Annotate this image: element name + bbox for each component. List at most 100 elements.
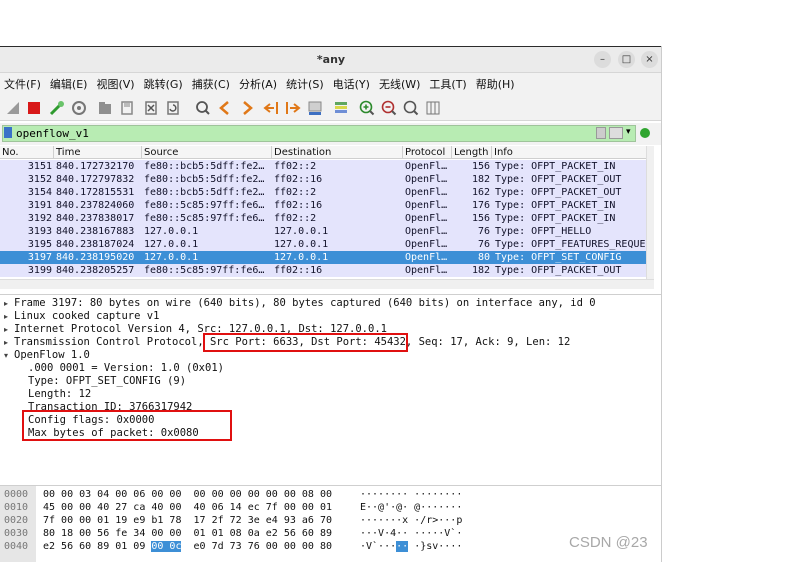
- byte-hex[interactable]: 00 00 03 04 00 06 00 00 00 00 00 00 00 0…: [43, 488, 332, 501]
- reload-icon[interactable]: [164, 99, 182, 117]
- expand-arrow-icon[interactable]: ▸: [4, 338, 8, 347]
- expand-arrow-icon[interactable]: ▸: [4, 325, 8, 334]
- packet-cell-no: 3199: [27, 265, 52, 276]
- close-file-icon[interactable]: [142, 99, 160, 117]
- packet-cell-src: fe80::bcb5:5dff:fe2…: [144, 187, 265, 198]
- packet-cell-src: fe80::5c85:97ff:fe6…: [144, 213, 265, 224]
- packet-row[interactable]: 3193 840.238167883 127.0.0.1 127.0.0.1 OpenF…: [0, 225, 654, 238]
- minimize-button[interactable]: –: [594, 51, 611, 68]
- menu-go[interactable]: 跳转(G): [144, 76, 183, 92]
- byte-hex[interactable]: 45 00 00 40 27 ca 40 00 40 06 14 ec 7f 0…: [43, 501, 332, 514]
- byte-ascii[interactable]: ·V`····· ·}sv····: [360, 540, 462, 553]
- byte-ascii[interactable]: E··@'·@· @·······: [360, 501, 462, 514]
- shark-fin-icon[interactable]: [4, 99, 22, 117]
- go-to-packet-icon[interactable]: [262, 99, 280, 117]
- detail-version[interactable]: .000 0001 = Version: 1.0 (0x01): [28, 362, 224, 375]
- window-title: *any: [316, 53, 346, 66]
- packet-list-hscroll[interactable]: [0, 279, 654, 289]
- detail-openflow[interactable]: OpenFlow 1.0: [14, 349, 90, 362]
- packet-row[interactable]: 3151 840.172732170 fe80::bcb5:5dff:fe2… ff0…: [0, 160, 654, 173]
- auto-scroll-icon[interactable]: [306, 99, 324, 117]
- normal-size-icon[interactable]: [402, 99, 420, 117]
- apply-filter-icon[interactable]: [609, 127, 623, 139]
- menu-statistics[interactable]: 统计(S): [286, 76, 324, 92]
- packet-cell-proto: OpenFl…: [405, 200, 448, 211]
- menu-edit[interactable]: 编辑(E): [50, 76, 88, 92]
- main-toolbar: [0, 95, 662, 121]
- byte-hex[interactable]: 7f 00 00 01 19 e9 b1 78 17 2f 72 3e e4 9…: [43, 514, 332, 527]
- packet-row[interactable]: 3197 840.238195020 127.0.0.1 127.0.0.1 OpenF…: [0, 251, 654, 264]
- window-edge: [661, 46, 662, 562]
- display-filter-input[interactable]: openflow_v1: [2, 125, 636, 142]
- expand-arrow-icon[interactable]: ▸: [4, 312, 8, 321]
- col-destination[interactable]: Destination: [272, 146, 403, 159]
- menu-file[interactable]: 文件(F): [4, 76, 41, 92]
- detail-frame[interactable]: Frame 3197: 80 bytes on wire (640 bits),…: [14, 297, 596, 310]
- menu-bar: 文件(F) 编辑(E) 视图(V) 跳转(G) 捕获(C) 分析(A) 统计(S…: [0, 73, 662, 95]
- go-last-packet-icon[interactable]: [284, 99, 302, 117]
- resize-columns-icon[interactable]: [424, 99, 442, 117]
- detail-linux-cooked[interactable]: Linux cooked capture v1: [14, 310, 159, 323]
- byte-hex[interactable]: 80 18 00 56 fe 34 00 00 01 01 08 0a e2 5…: [43, 527, 332, 540]
- packet-cell-proto: OpenFl…: [405, 174, 448, 185]
- detail-length[interactable]: Length: 12: [28, 388, 91, 401]
- col-source[interactable]: Source: [142, 146, 272, 159]
- go-back-icon[interactable]: [216, 99, 234, 117]
- packet-row[interactable]: 3154 840.172815531 fe80::bcb5:5dff:fe2… ff0…: [0, 186, 654, 199]
- packet-row[interactable]: 3195 840.238187024 127.0.0.1 127.0.0.1 OpenF…: [0, 238, 654, 251]
- highlight-box-config: [22, 410, 232, 441]
- capture-options-icon[interactable]: [70, 99, 88, 117]
- add-filter-icon[interactable]: [640, 128, 650, 138]
- packet-row[interactable]: 3191 840.237824060 fe80::5c85:97ff:fe6… ff0…: [0, 199, 654, 212]
- stop-capture-icon[interactable]: [25, 99, 43, 117]
- byte-ascii[interactable]: ···V·4·· ·····V`·: [360, 527, 462, 540]
- col-no[interactable]: No.: [0, 146, 54, 159]
- zoom-out-icon[interactable]: [380, 99, 398, 117]
- menu-wireless[interactable]: 无线(W): [379, 76, 420, 92]
- menu-capture[interactable]: 捕获(C): [192, 76, 230, 92]
- byte-hex[interactable]: e2 56 60 89 01 09 00 0c e0 7d 73 76 00 0…: [43, 540, 332, 553]
- maximize-button[interactable]: □: [618, 51, 635, 68]
- colorize-icon[interactable]: [332, 99, 350, 117]
- find-packet-icon[interactable]: [194, 99, 212, 117]
- packet-cell-src: fe80::5c85:97ff:fe6…: [144, 265, 265, 276]
- close-button[interactable]: ×: [641, 51, 658, 68]
- expand-arrow-icon[interactable]: ▸: [4, 299, 8, 308]
- tcp-suffix: Seq: 17, Ack: 9, Len: 12: [412, 336, 571, 348]
- byte-ascii[interactable]: ········ ········: [360, 488, 462, 501]
- menu-help[interactable]: 帮助(H): [476, 76, 515, 92]
- col-length[interactable]: Length: [452, 146, 492, 159]
- byte-ascii-selected[interactable]: ··: [396, 541, 409, 552]
- save-file-icon[interactable]: [118, 99, 136, 117]
- open-file-icon[interactable]: [96, 99, 114, 117]
- menu-telephony[interactable]: 电话(Y): [333, 76, 370, 92]
- packet-cell-no: 3197: [27, 252, 52, 263]
- packet-cell-src: fe80::bcb5:5dff:fe2…: [144, 174, 265, 185]
- menu-tools[interactable]: 工具(T): [429, 76, 466, 92]
- collapse-arrow-icon[interactable]: ▾: [4, 351, 8, 360]
- packet-cell-time: 840.237838017: [56, 213, 135, 224]
- go-forward-icon[interactable]: [238, 99, 256, 117]
- byte-ascii[interactable]: ·······x ·/r>···p: [360, 514, 462, 527]
- packet-cell-no: 3195: [27, 239, 52, 250]
- restart-capture-icon[interactable]: [48, 99, 66, 117]
- detail-type[interactable]: Type: OFPT_SET_CONFIG (9): [28, 375, 186, 388]
- col-time[interactable]: Time: [54, 146, 142, 159]
- bookmark-icon[interactable]: [4, 127, 12, 138]
- col-protocol[interactable]: Protocol: [403, 146, 452, 159]
- clear-filter-icon[interactable]: [596, 127, 606, 139]
- menu-analyze[interactable]: 分析(A): [239, 76, 277, 92]
- packet-cell-time: 840.172732170: [56, 161, 135, 172]
- byte-hex-selected[interactable]: 00 0c: [151, 541, 182, 552]
- byte-ascii-part: ·V`···: [360, 541, 397, 552]
- packet-cell-proto: OpenFl…: [405, 161, 448, 172]
- menu-view[interactable]: 视图(V): [96, 76, 134, 92]
- zoom-in-icon[interactable]: [358, 99, 376, 117]
- packet-row[interactable]: 3152 840.172797832 fe80::bcb5:5dff:fe2… ff0…: [0, 173, 654, 186]
- packet-row[interactable]: 3192 840.237838017 fe80::5c85:97ff:fe6… ff0…: [0, 212, 654, 225]
- tcp-prefix: Transmission Control Protocol,: [14, 336, 210, 348]
- filter-dropdown-icon[interactable]: ▾: [626, 127, 631, 137]
- packet-row[interactable]: 3199 840.238205257 fe80::5c85:97ff:fe6… ff0…: [0, 264, 654, 277]
- packet-list-vscroll[interactable]: [646, 146, 654, 279]
- col-info[interactable]: Info: [492, 146, 654, 159]
